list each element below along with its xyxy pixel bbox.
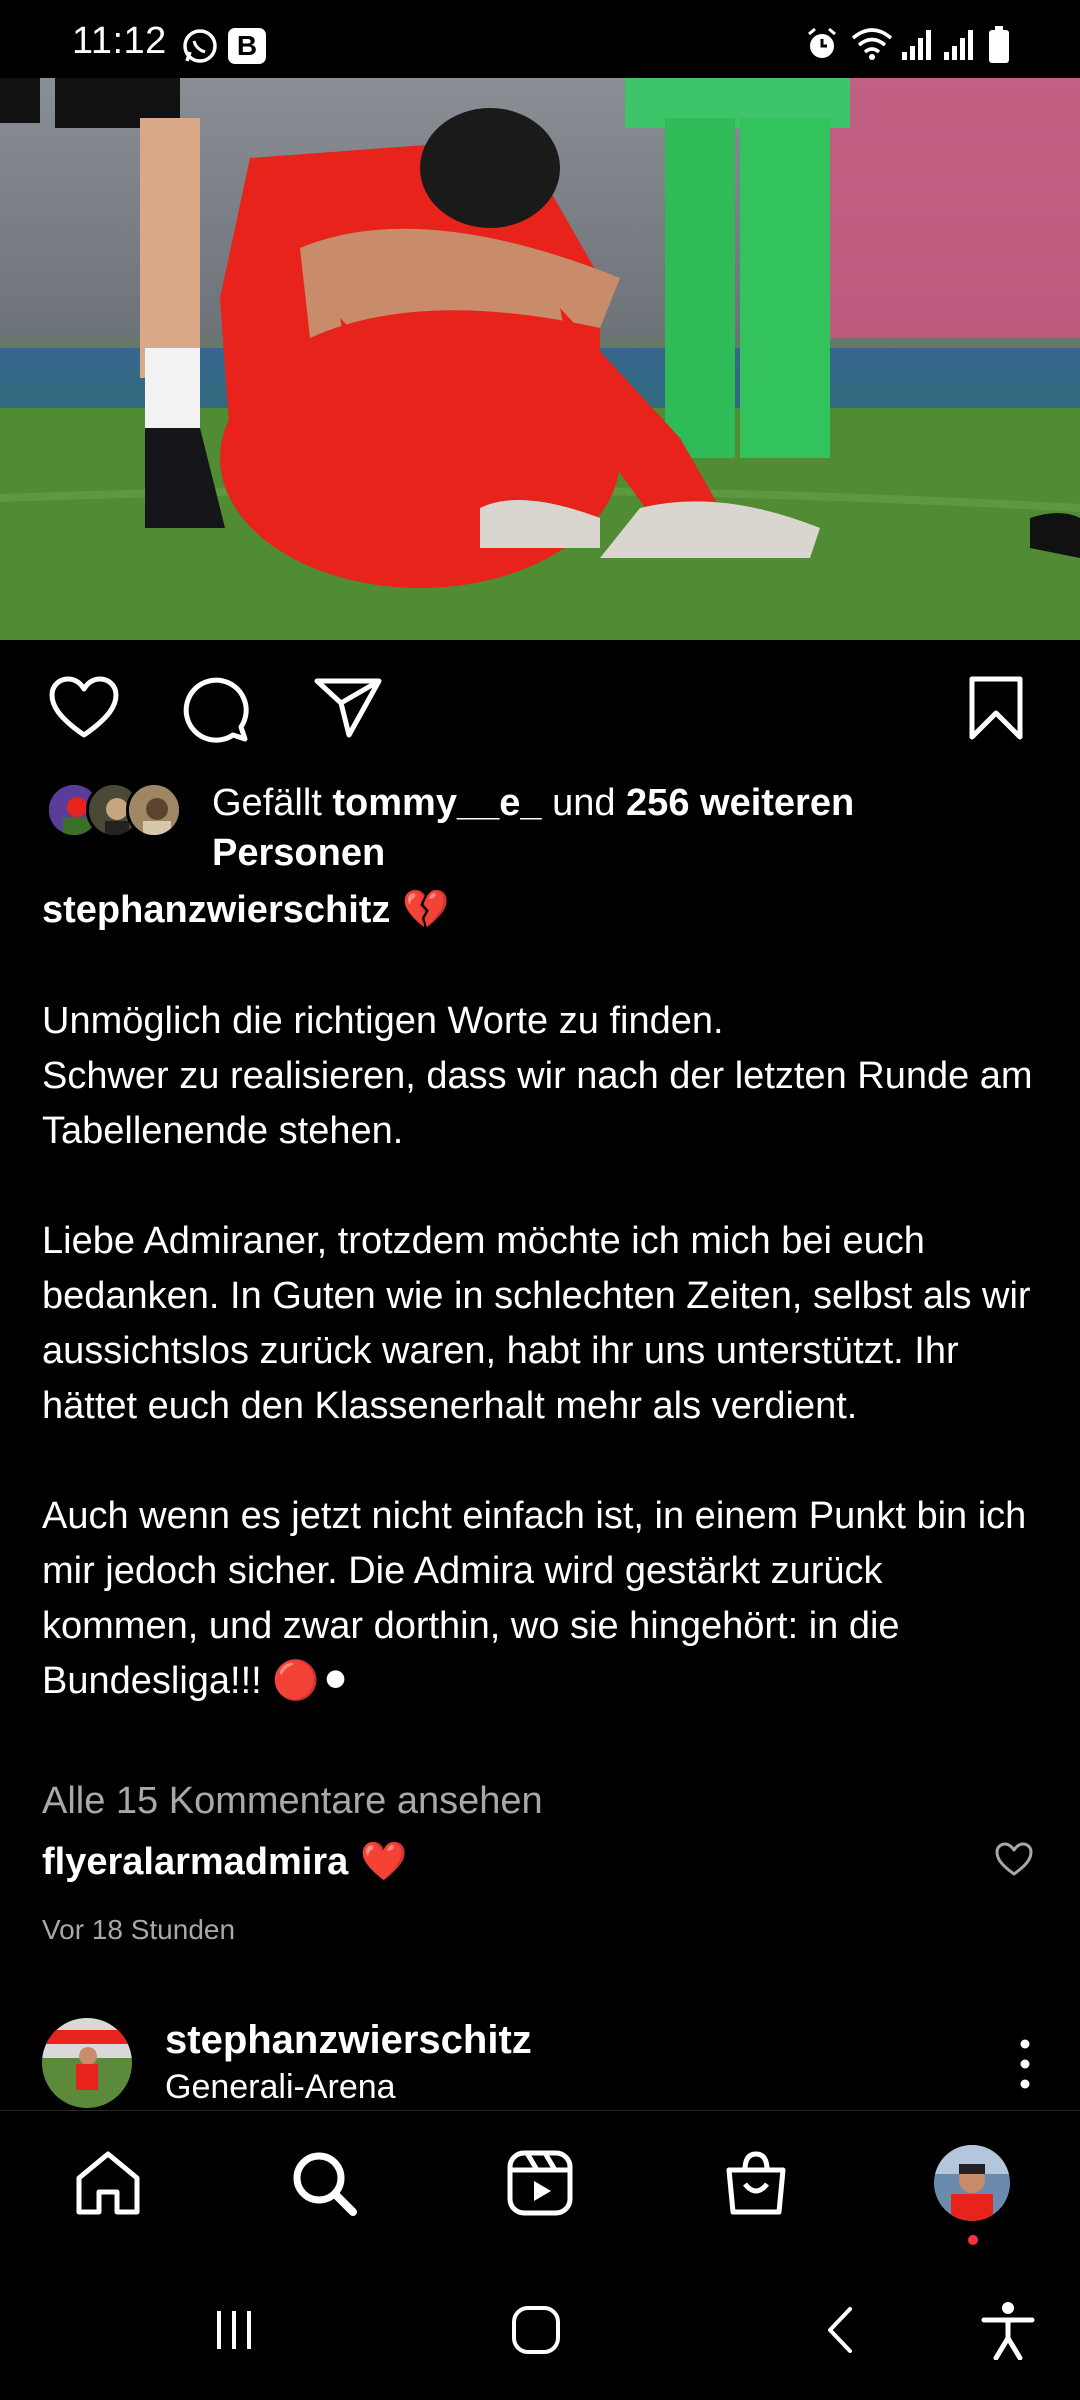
likes-middle: und — [541, 782, 627, 824]
b-badge-icon: B — [228, 28, 266, 64]
status-time: 11:12 — [72, 20, 167, 62]
liker-avatars[interactable] — [46, 782, 196, 844]
more-vertical-icon — [1020, 2039, 1030, 2089]
view-all-comments-link[interactable]: Alle 15 Kommentare ansehen — [42, 1780, 543, 1823]
post-caption: Unmöglich die richtigen Worte zu finden.… — [42, 994, 1042, 1709]
signal-icon — [942, 26, 978, 67]
nav-reels[interactable] — [498, 2141, 582, 2225]
home-circle-icon — [512, 2306, 560, 2354]
share-button[interactable] — [310, 670, 386, 746]
next-post-location[interactable]: Generali-Arena — [165, 2068, 396, 2107]
battery-icon — [988, 26, 1010, 69]
caption-author[interactable]: stephanzwierschitz 💔 — [42, 888, 450, 932]
alarm-icon — [804, 26, 840, 67]
send-icon — [314, 678, 382, 738]
nav-home[interactable] — [66, 2141, 150, 2225]
broken-heart-emoji: 💔 — [402, 889, 450, 931]
nav-profile[interactable] — [930, 2141, 1014, 2225]
caption-username[interactable]: stephanzwierschitz — [42, 889, 390, 932]
system-navigation-bar — [0, 2260, 1080, 2400]
back-button[interactable] — [800, 2290, 880, 2370]
nav-shop[interactable] — [714, 2141, 798, 2225]
avatar[interactable] — [42, 2018, 132, 2108]
likes-summary[interactable]: Gefällt tommy__e_ und 256 weiteren Perso… — [212, 778, 1032, 878]
bottom-navigation — [0, 2110, 1080, 2260]
save-button[interactable] — [958, 670, 1034, 746]
comment[interactable]: flyeralarmadmira ❤️ — [42, 1840, 408, 1884]
caption-paragraph: Auch wenn es jetzt nicht einfach ist, in… — [42, 1495, 1027, 1702]
post-timestamp: Vor 18 Stunden — [42, 1914, 236, 1945]
caption-paragraph: Unmöglich die richtigen Worte zu finden.… — [42, 1000, 1033, 1152]
more-options-button[interactable] — [1010, 2036, 1040, 2092]
heart-icon — [49, 676, 119, 738]
nav-search[interactable] — [282, 2141, 366, 2225]
shopping-bag-icon — [726, 2151, 786, 2215]
post-photo[interactable] — [0, 78, 1080, 640]
like-button[interactable] — [46, 670, 122, 746]
likes-prefix: Gefällt — [212, 782, 333, 824]
liker-username[interactable]: tommy__e_ — [332, 782, 541, 824]
home-icon — [76, 2151, 140, 2215]
comment-like-button[interactable] — [994, 1840, 1034, 1880]
notification-dot — [968, 2235, 978, 2245]
back-icon — [828, 2307, 852, 2353]
profile-avatar — [934, 2145, 1010, 2221]
comment-text: ❤️ — [360, 1841, 408, 1883]
whatsapp-icon — [180, 26, 220, 71]
caption-paragraph: Liebe Admiraner, trotzdem möchte ich mic… — [42, 1220, 1031, 1427]
signal-icon — [900, 26, 936, 67]
comment-icon — [183, 677, 249, 743]
status-bar: 11:12 B — [0, 0, 1080, 78]
next-post-username[interactable]: stephanzwierschitz — [165, 2018, 532, 2063]
recent-apps-button[interactable] — [194, 2290, 274, 2370]
accessibility-button[interactable] — [968, 2290, 1048, 2370]
reels-icon — [507, 2150, 573, 2216]
accessibility-icon — [981, 2302, 1035, 2360]
heart-icon — [995, 1842, 1033, 1876]
home-button[interactable] — [496, 2290, 576, 2370]
avatar — [126, 782, 182, 838]
search-icon — [293, 2152, 357, 2216]
comment-username[interactable]: flyeralarmadmira — [42, 1841, 348, 1884]
bookmark-icon — [969, 676, 1023, 740]
recents-icon — [217, 2311, 251, 2349]
wifi-icon — [850, 26, 894, 67]
comment-button[interactable] — [176, 670, 252, 746]
